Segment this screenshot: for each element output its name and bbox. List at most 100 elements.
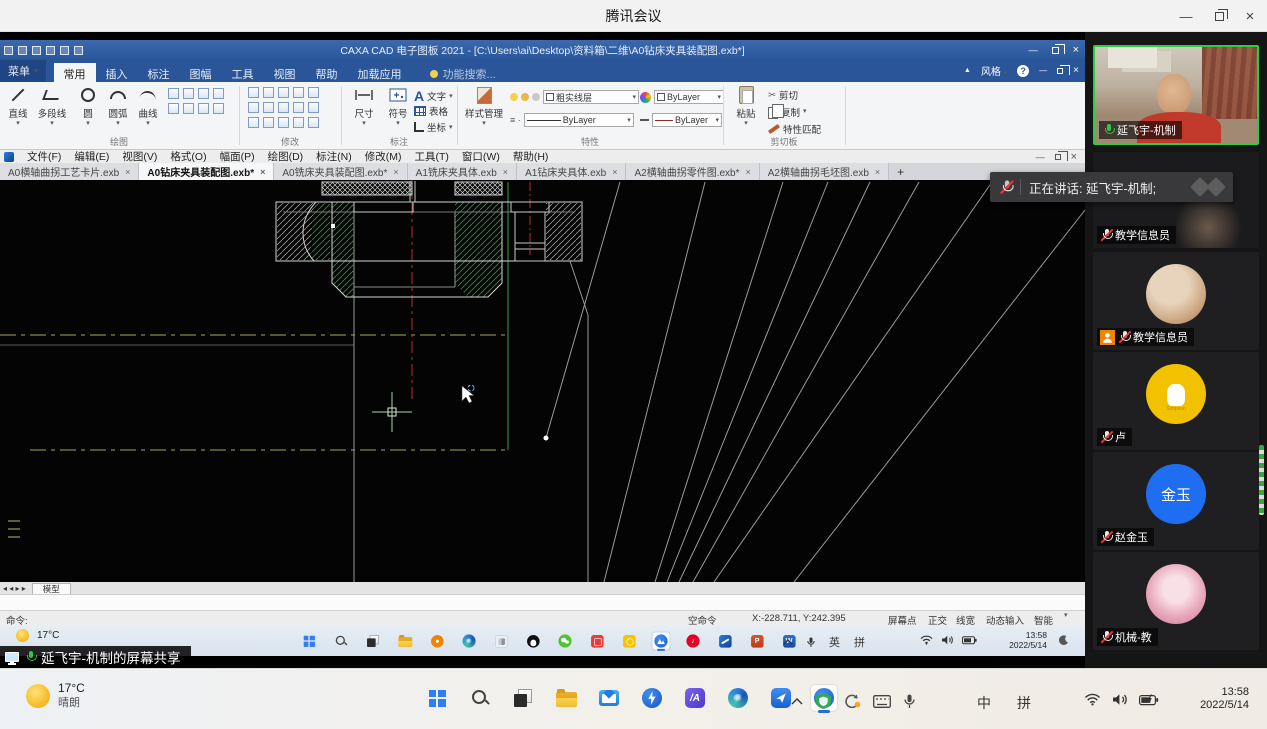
tab-close-icon[interactable]: ×: [746, 167, 751, 177]
weather-widget[interactable]: 17°C晴朗: [26, 681, 85, 711]
style-manager-tool[interactable]: 样式管理▾: [462, 85, 506, 135]
menu-annotate[interactable]: 标注(N): [316, 149, 352, 164]
coord-tool[interactable]: 坐标▾: [414, 120, 453, 134]
night-mode-icon[interactable]: [1058, 635, 1069, 646]
menu-view[interactable]: 视图(V): [122, 149, 157, 164]
menu-modify[interactable]: 修改(M): [365, 149, 402, 164]
tray-mic-icon[interactable]: [807, 637, 815, 648]
tab-close-icon[interactable]: ×: [612, 167, 617, 177]
tab-changyong[interactable]: 常用: [54, 63, 96, 82]
menu-help[interactable]: 帮助(H): [513, 149, 549, 164]
layer-lock-icon[interactable]: [532, 93, 540, 101]
qq-button[interactable]: [524, 632, 541, 649]
break-tool-icon[interactable]: [248, 117, 259, 128]
mirror-tool-icon[interactable]: [263, 102, 274, 113]
command-input-area[interactable]: [0, 594, 1085, 610]
doc-tab[interactable]: A0铣床夹具装配图.exb*×: [274, 163, 407, 180]
tab-gongju[interactable]: 工具: [222, 63, 264, 82]
explode-tool-icon[interactable]: [263, 117, 274, 128]
caxa-app-button[interactable]: [716, 632, 733, 649]
tab-shitu[interactable]: 视图: [264, 63, 306, 82]
cad-canvas[interactable]: [0, 180, 1085, 582]
cut-button[interactable]: ✂剪切: [768, 88, 798, 102]
trim-tool-icon[interactable]: [308, 87, 319, 98]
tab-close-icon[interactable]: ×: [875, 167, 880, 177]
spline-tool-icon[interactable]: [198, 103, 209, 114]
shared-weather-widget[interactable]: 17°C: [16, 628, 59, 643]
menu-file[interactable]: 文件(F): [27, 149, 61, 164]
tray-mic-icon[interactable]: [904, 694, 915, 709]
linetype-select[interactable]: ByLayer▾: [524, 113, 634, 127]
ellipse-tool-icon[interactable]: [183, 88, 194, 99]
model-tab[interactable]: 模型: [32, 583, 71, 594]
taskbar-clock[interactable]: 13:58 2022/5/14: [1200, 686, 1249, 712]
function-search[interactable]: 功能搜索...: [430, 66, 496, 82]
toggle-smart[interactable]: 智能: [1034, 613, 1053, 627]
new-doc-tab-button[interactable]: +: [889, 163, 912, 180]
array-tool-icon[interactable]: [278, 87, 289, 98]
tab-jiazai[interactable]: 加载应用: [348, 63, 412, 82]
ime-pinyin[interactable]: 拼: [1017, 693, 1031, 713]
menu-sheet[interactable]: 幅面(P): [220, 149, 255, 164]
tab-close-icon[interactable]: ×: [260, 167, 265, 177]
offset-tool-icon[interactable]: [248, 102, 259, 113]
tab-close-icon[interactable]: ×: [393, 167, 398, 177]
sheet-nav-arrows[interactable]: ◂ ◂ ▸ ▸: [3, 584, 26, 593]
participant-tile-yanfeiyu[interactable]: 延飞宇-机制: [1093, 45, 1259, 145]
symbol-tool[interactable]: 符号▾: [382, 85, 414, 135]
task-view-button[interactable]: [510, 685, 536, 711]
help-icon[interactable]: ?: [1017, 65, 1029, 77]
paste-button[interactable]: 粘贴▾: [730, 85, 762, 135]
polyline-tool[interactable]: 多段线▾: [32, 85, 72, 135]
ime-zh[interactable]: 中: [977, 693, 991, 713]
edge-button[interactable]: [725, 685, 751, 711]
booster-app-button[interactable]: [639, 685, 665, 711]
powerpoint-button[interactable]: P: [748, 632, 765, 649]
doc-restore-button[interactable]: [1055, 154, 1061, 160]
participant-tile-jiaoxue2[interactable]: 教学信息员: [1093, 252, 1259, 350]
rotate-tool-icon[interactable]: [263, 87, 274, 98]
caxa-restore-button[interactable]: [1052, 47, 1059, 54]
tab-close-icon[interactable]: ×: [503, 167, 508, 177]
tab-charu[interactable]: 插入: [96, 63, 138, 82]
tray-chevron-icon[interactable]: [783, 639, 793, 645]
netease-music-button[interactable]: ♪: [684, 632, 701, 649]
arc-tool[interactable]: 圆弧▾: [102, 85, 134, 135]
tab-bangzhu[interactable]: 帮助: [306, 63, 348, 82]
status-more-icon[interactable]: ▾: [1064, 613, 1068, 618]
fillet-tool-icon[interactable]: [293, 102, 304, 113]
ribbon-restore-button[interactable]: [1057, 68, 1063, 74]
task-view-button[interactable]: [364, 632, 381, 649]
palette-icon[interactable]: [640, 92, 651, 103]
doc-minimize-button[interactable]: —: [1036, 152, 1045, 162]
ime-pinyin[interactable]: 拼: [854, 634, 865, 650]
ins-app-button[interactable]: /A: [682, 685, 708, 711]
layer-select[interactable]: 粗实线层▾: [543, 90, 639, 104]
participant-tile-zhaojinyu[interactable]: 金玉 赵金玉: [1093, 452, 1259, 550]
minimize-button[interactable]: —: [1171, 0, 1201, 32]
doc-tab[interactable]: A2横轴曲拐毛坯图.exb×: [760, 163, 889, 180]
point-tool-icon[interactable]: [168, 103, 179, 114]
scale-tool-icon[interactable]: [278, 102, 289, 113]
extend-tool-icon[interactable]: [278, 117, 289, 128]
menu-format[interactable]: 格式(O): [170, 149, 206, 164]
chamfer-tool-icon[interactable]: [308, 102, 319, 113]
volume-icon[interactable]: [1112, 693, 1128, 706]
class-app-button[interactable]: [620, 632, 637, 649]
edge-button[interactable]: [460, 632, 477, 649]
tab-tufu[interactable]: 图幅: [180, 63, 222, 82]
tencent-meeting-button[interactable]: [652, 632, 669, 649]
ribbon-close-button[interactable]: ×: [1073, 65, 1079, 76]
shared-clock[interactable]: 13:58 2022/5/14: [1009, 631, 1047, 650]
toggle-dynamic-input[interactable]: 动态输入: [986, 613, 1024, 627]
wechat-button[interactable]: [556, 632, 573, 649]
copy-tool-icon[interactable]: [293, 117, 304, 128]
layer-on-icon[interactable]: [510, 93, 518, 101]
pin-ribbon-icon[interactable]: ▲: [964, 67, 971, 74]
polygon-tool-icon[interactable]: [183, 103, 194, 114]
match-properties-button[interactable]: 特性匹配: [768, 122, 821, 136]
move-tool-icon[interactable]: [248, 87, 259, 98]
ime-en[interactable]: 英: [829, 634, 840, 650]
file-explorer-button[interactable]: [553, 685, 579, 711]
menu-button[interactable]: 菜单▾: [0, 60, 46, 82]
